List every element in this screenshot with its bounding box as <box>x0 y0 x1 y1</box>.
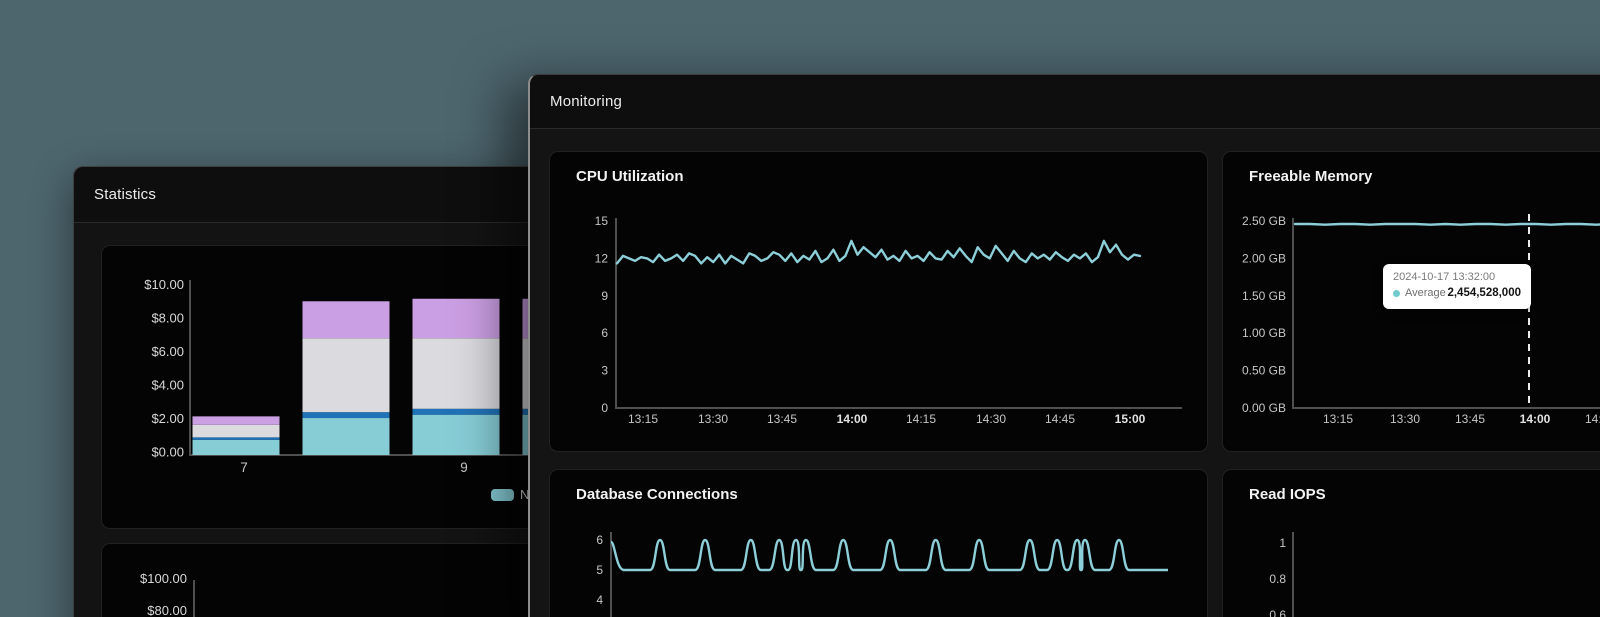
panel-freeable-memory: Freeable Memory 2.50 GB 2.00 GB 1.50 GB 1.0… <box>1222 151 1600 452</box>
svg-text:1.00 GB: 1.00 GB <box>1242 326 1286 340</box>
chart-tooltip: 2024-10-17 13:32:00 Average 2,454,528,00… <box>1383 264 1531 309</box>
svg-text:$100.00: $100.00 <box>140 571 187 586</box>
svg-text:1: 1 <box>1279 536 1286 550</box>
panel-database-connections: Database Connections 6 5 4 <box>549 469 1208 617</box>
svg-text:4: 4 <box>596 593 603 607</box>
legend-swatch[interactable] <box>491 489 514 501</box>
db-chart-title: Database Connections <box>576 486 738 503</box>
svg-text:13:45: 13:45 <box>767 412 797 426</box>
svg-text:13:30: 13:30 <box>698 412 728 426</box>
svg-text:14:15: 14:15 <box>1585 412 1600 426</box>
memory-chart-title: Freeable Memory <box>1249 168 1372 185</box>
svg-text:2.00 GB: 2.00 GB <box>1242 251 1286 265</box>
svg-text:0.00 GB: 0.00 GB <box>1242 401 1286 415</box>
svg-text:14:00: 14:00 <box>837 412 868 426</box>
svg-text:7: 7 <box>240 460 248 475</box>
svg-text:6: 6 <box>601 326 608 340</box>
svg-text:$0.00: $0.00 <box>151 445 184 460</box>
monitoring-window-title: Monitoring <box>530 93 622 110</box>
svg-text:15: 15 <box>595 214 609 228</box>
svg-text:1.50 GB: 1.50 GB <box>1242 289 1286 303</box>
svg-text:6: 6 <box>596 533 603 547</box>
svg-text:13:15: 13:15 <box>628 412 658 426</box>
statistics-window-title: Statistics <box>74 186 156 203</box>
svg-text:$4.00: $4.00 <box>151 378 184 393</box>
cpu-chart-title: CPU Utilization <box>576 168 684 185</box>
cpu-chart-canvas[interactable]: 15 12 9 6 3 0 13:15 13:30 13:45 14:00 14:15 14:30 14… <box>550 152 1208 452</box>
svg-text:$6.00: $6.00 <box>151 344 184 359</box>
tooltip-timestamp: 2024-10-17 13:32:00 <box>1393 270 1521 284</box>
svg-text:13:30: 13:30 <box>1390 412 1420 426</box>
svg-text:9: 9 <box>601 289 608 303</box>
svg-text:$2.00: $2.00 <box>151 411 184 426</box>
svg-text:14:15: 14:15 <box>906 412 936 426</box>
svg-text:$10.00: $10.00 <box>144 277 184 292</box>
panel-read-iops: Read IOPS 1 0.8 0.6 <box>1222 469 1600 617</box>
desktop: { "desktop": { "background_color": "#4d6… <box>0 0 1600 617</box>
svg-text:2.50 GB: 2.50 GB <box>1242 214 1286 228</box>
tooltip-series-label: Average <box>1405 287 1446 299</box>
svg-text:13:15: 13:15 <box>1323 412 1353 426</box>
monitoring-window: Monitoring CPU Utilization 1512963013:15… <box>528 74 1600 617</box>
svg-text:15:00: 15:00 <box>1115 412 1146 426</box>
svg-text:13:45: 13:45 <box>1455 412 1485 426</box>
panel-cpu-utilization: CPU Utilization 1512963013:1513:3013:451… <box>549 151 1208 452</box>
monitoring-titlebar[interactable]: Monitoring <box>530 75 1600 129</box>
svg-text:3: 3 <box>601 364 608 378</box>
svg-text:$80.00: $80.00 <box>147 603 187 617</box>
svg-text:5: 5 <box>596 563 603 577</box>
svg-text:12: 12 <box>595 251 609 265</box>
svg-text:14:00: 14:00 <box>1520 412 1551 426</box>
svg-text:9: 9 <box>460 460 468 475</box>
svg-text:0.50 GB: 0.50 GB <box>1242 364 1286 378</box>
svg-text:$8.00: $8.00 <box>151 311 184 326</box>
svg-text:0: 0 <box>601 401 608 415</box>
tooltip-value: 2,454,528,000 <box>1447 287 1521 299</box>
svg-text:0.8: 0.8 <box>1269 572 1286 586</box>
iops-chart-title: Read IOPS <box>1249 486 1326 503</box>
series-dot-icon <box>1393 290 1400 297</box>
svg-text:14:30: 14:30 <box>976 412 1006 426</box>
svg-text:0.6: 0.6 <box>1269 608 1286 617</box>
svg-text:14:45: 14:45 <box>1045 412 1075 426</box>
